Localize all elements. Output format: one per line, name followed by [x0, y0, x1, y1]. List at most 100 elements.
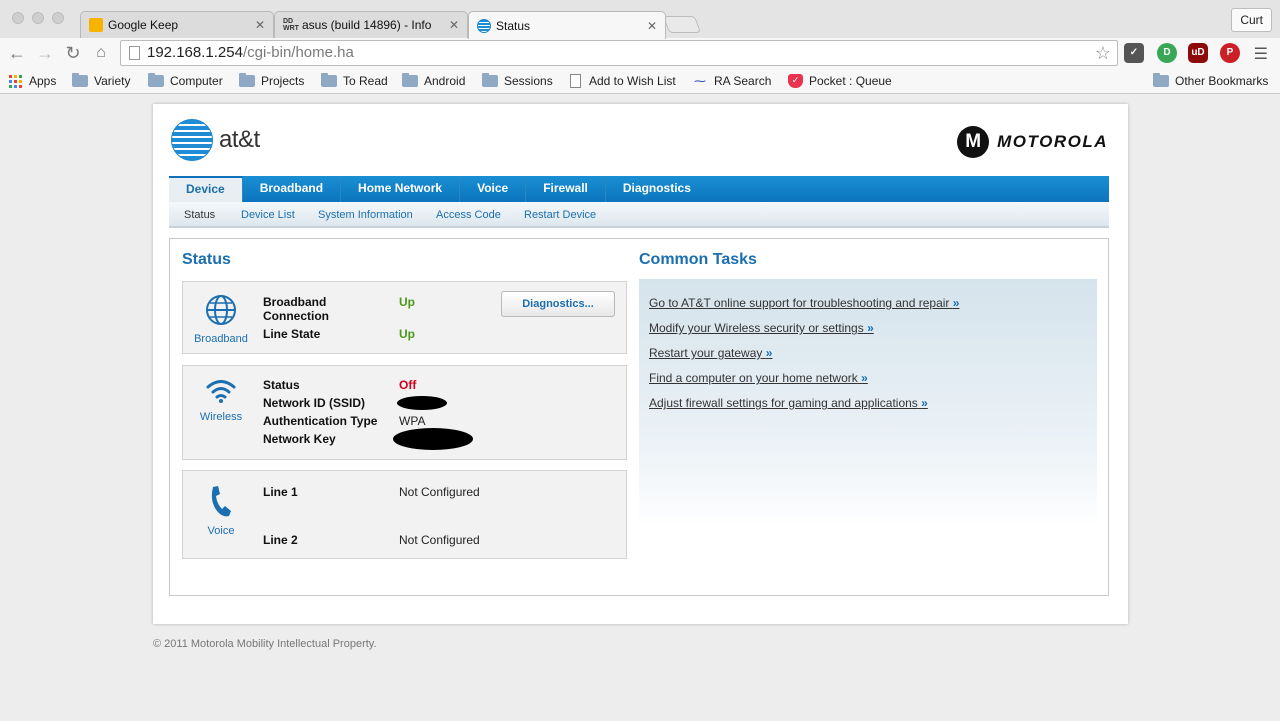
browser-toolbar: ← → ↻ ⌂ 192.168.1.254/cgi-bin/home.ha ☆ … — [0, 38, 1280, 69]
folder-icon — [402, 73, 418, 87]
phone-icon — [211, 486, 231, 517]
broadband-connection-label: Broadband Connection — [263, 295, 329, 323]
task-wireless-security-link[interactable]: Modify your Wireless security or setting… — [649, 321, 874, 335]
subnav-system-information[interactable]: System Information — [318, 209, 413, 221]
new-tab-button[interactable] — [662, 16, 702, 33]
page-icon — [570, 74, 581, 88]
line2-value: Not Configured — [399, 533, 480, 547]
page-icon — [129, 46, 140, 60]
address-bar[interactable]: 192.168.1.254/cgi-bin/home.ha ☆ — [120, 40, 1118, 66]
profile-button[interactable]: Curt — [1231, 8, 1272, 32]
pocket-icon: ✓ — [788, 74, 803, 88]
menu-icon[interactable]: ☰ — [1254, 44, 1268, 64]
bookmark-folder-variety[interactable]: Variety — [72, 73, 130, 88]
line2-label: Line 2 — [263, 533, 298, 547]
bookmark-folder-projects[interactable]: Projects — [239, 73, 304, 88]
close-tab-icon[interactable]: ✕ — [255, 18, 265, 32]
close-window-button[interactable] — [12, 12, 24, 24]
motorola-m-icon: M — [957, 126, 990, 158]
broadband-status-box: Broadband Broadband Connection Up Line S… — [182, 281, 627, 354]
att-globe-icon — [477, 18, 491, 33]
ssid-label: Network ID (SSID) — [263, 396, 366, 410]
bookmark-folder-other[interactable]: Other Bookmarks — [1153, 73, 1268, 88]
folder-icon — [239, 73, 255, 87]
back-arrow-icon[interactable]: ← — [6, 42, 28, 64]
common-tasks-heading: Common Tasks — [639, 251, 757, 268]
broadband-icon-area: Broadband — [193, 294, 249, 345]
browser-tab-strip: Google Keep ✕ DD WRT asus (build 14896) … — [0, 0, 1280, 39]
readability-extension-icon[interactable]: D — [1157, 43, 1177, 63]
nav-broadband[interactable]: Broadband — [243, 176, 342, 202]
bookmark-folder-android[interactable]: Android — [402, 73, 465, 88]
line-state-label: Line State — [263, 327, 321, 341]
wireless-status-box: Wireless Status Off Network ID (SSID) Au… — [182, 365, 627, 460]
nav-diagnostics[interactable]: Diagnostics — [606, 176, 708, 202]
home-icon[interactable]: ⌂ — [90, 42, 112, 64]
bookmark-folder-computer[interactable]: Computer — [148, 73, 223, 88]
tab-google-keep[interactable]: Google Keep ✕ — [80, 11, 274, 38]
dd-wrt-icon: DD WRT — [283, 18, 299, 32]
line1-label: Line 1 — [263, 485, 298, 499]
network-key-label: Network Key — [263, 432, 336, 446]
task-restart-gateway-link[interactable]: Restart your gateway » — [649, 346, 772, 360]
pinterest-extension-icon[interactable]: P — [1220, 43, 1240, 63]
folder-icon — [72, 73, 88, 87]
auth-type-label: Authentication Type — [263, 414, 378, 428]
network-key-redacted — [393, 428, 473, 450]
google-keep-icon — [89, 18, 103, 32]
pocket-extension-icon[interactable]: ✓ — [1124, 43, 1144, 63]
sub-nav: Status Device List System Information Ac… — [169, 202, 1109, 228]
subnav-status[interactable]: Status — [184, 209, 215, 221]
diagnostics-button[interactable]: Diagnostics... — [501, 291, 615, 317]
folder-icon — [321, 73, 337, 87]
voice-status-box: Voice Line 1 Not Configured Line 2 Not C… — [182, 470, 627, 559]
bookmark-folder-sessions[interactable]: Sessions — [482, 73, 553, 88]
close-tab-icon[interactable]: ✕ — [449, 18, 459, 32]
task-firewall-settings-link[interactable]: Adjust firewall settings for gaming and … — [649, 396, 928, 410]
nav-home-network[interactable]: Home Network — [341, 176, 461, 202]
subnav-device-list[interactable]: Device List — [241, 209, 295, 221]
nav-voice[interactable]: Voice — [460, 176, 527, 202]
minimize-window-button[interactable] — [32, 12, 44, 24]
att-logo: at&t — [171, 119, 260, 161]
bookmark-apps[interactable]: Apps — [9, 74, 56, 88]
common-tasks-box: Go to AT&T online support for troublesho… — [639, 279, 1097, 527]
ra-search-icon: ⁓ — [694, 74, 706, 88]
ssid-redacted — [397, 396, 447, 410]
zoom-window-button[interactable] — [52, 12, 64, 24]
close-tab-icon[interactable]: ✕ — [647, 19, 657, 33]
nav-firewall[interactable]: Firewall — [526, 176, 606, 202]
tab-asus-info[interactable]: DD WRT asus (build 14896) - Info ✕ — [274, 11, 468, 38]
copyright-footer: © 2011 Motorola Mobility Intellectual Pr… — [153, 638, 377, 650]
folder-icon — [148, 73, 164, 87]
subnav-restart-device[interactable]: Restart Device — [524, 209, 596, 221]
status-heading: Status — [182, 251, 231, 268]
bookmark-star-icon[interactable]: ☆ — [1095, 41, 1111, 65]
bookmark-ra-search[interactable]: ⁓ RA Search — [694, 74, 771, 88]
bookmark-add-to-wish-list[interactable]: Add to Wish List — [570, 74, 676, 88]
voice-icon-area: Voice — [193, 484, 249, 537]
bookmark-pocket-queue[interactable]: ✓ Pocket : Queue — [788, 74, 892, 88]
nav-device[interactable]: Device — [169, 176, 243, 202]
wifi-icon — [206, 380, 236, 403]
auth-type-value: WPA — [399, 414, 426, 428]
task-find-computer-link[interactable]: Find a computer on your home network » — [649, 371, 868, 385]
globe-icon — [206, 295, 236, 325]
apps-grid-icon — [9, 74, 22, 88]
folder-icon — [482, 73, 498, 87]
subnav-access-code[interactable]: Access Code — [436, 209, 501, 221]
url-path: /cgi-bin/home.ha — [242, 44, 354, 61]
content-panel: Status Common Tasks Broadband Broadband … — [169, 238, 1109, 596]
tab-status[interactable]: Status ✕ — [468, 11, 666, 39]
main-nav: Device Broadband Home Network Voice Fire… — [169, 176, 1109, 202]
att-globe-icon — [171, 119, 213, 161]
bookmark-folder-to-read[interactable]: To Read — [321, 73, 388, 88]
reload-icon[interactable]: ↻ — [62, 42, 84, 64]
ublock-extension-icon[interactable]: uD — [1188, 43, 1208, 63]
motorola-logo: M MOTOROLA — [957, 126, 1108, 158]
line1-value: Not Configured — [399, 485, 480, 499]
folder-icon — [1153, 73, 1169, 87]
forward-arrow-icon[interactable]: → — [34, 42, 56, 64]
router-page: at&t M MOTOROLA Device Broadband Home Ne… — [153, 104, 1128, 624]
task-att-support-link[interactable]: Go to AT&T online support for troublesho… — [649, 296, 959, 310]
